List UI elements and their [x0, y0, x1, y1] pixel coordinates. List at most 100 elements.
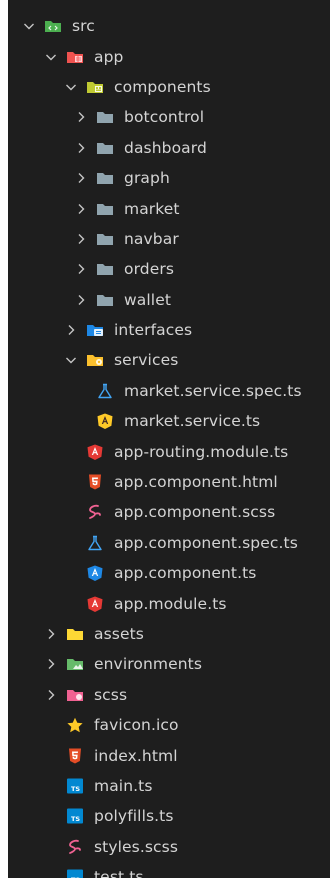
html5-icon	[66, 748, 84, 764]
tree-item-label: interfaces	[114, 321, 193, 340]
file-row-app-component-spec-ts[interactable]: app.component.spec.ts	[8, 528, 330, 558]
tree-item-label: polyfills.ts	[94, 807, 174, 826]
html5-icon	[86, 474, 104, 490]
typescript-icon: TS	[66, 869, 84, 878]
chevron-down-icon[interactable]	[22, 19, 36, 33]
file-row-polyfills-ts[interactable]: TS polyfills.ts	[8, 801, 330, 831]
file-row-favicon-ico[interactable]: favicon.ico	[8, 710, 330, 740]
file-row-styles-scss[interactable]: styles.scss	[8, 832, 330, 862]
chevron-right-icon[interactable]	[74, 262, 88, 276]
angular-service-icon	[96, 413, 114, 430]
tree-item-label: market.service.ts	[124, 412, 261, 431]
folder-row-wallet[interactable]: wallet	[8, 285, 330, 315]
scss-folder-icon	[66, 687, 84, 703]
assets-folder-icon	[66, 626, 84, 642]
chevron-right-icon[interactable]	[74, 232, 88, 246]
file-row-test-ts[interactable]: TS test.ts	[8, 862, 330, 878]
test-flask-icon	[86, 535, 104, 551]
tree-item-label: src	[72, 17, 95, 36]
folder-row-market[interactable]: market	[8, 193, 330, 223]
sass-icon	[66, 839, 84, 855]
typescript-icon: TS	[66, 778, 84, 794]
chevron-right-icon[interactable]	[44, 688, 58, 702]
src-folder-icon	[44, 18, 62, 34]
file-explorer-panel: src app components botcontrol dashboard graph…	[8, 0, 330, 878]
interfaces-folder-icon	[86, 322, 104, 338]
folder-icon	[96, 201, 114, 217]
file-row-index-html[interactable]: index.html	[8, 740, 330, 770]
tree-item-label: services	[114, 351, 179, 370]
tree-item-label: navbar	[124, 229, 179, 248]
chevron-right-icon[interactable]	[74, 171, 88, 185]
file-row-market-service-ts[interactable]: market.service.ts	[8, 406, 330, 436]
file-row-app-component-html[interactable]: app.component.html	[8, 467, 330, 497]
svg-text:TS: TS	[71, 816, 80, 824]
folder-row-assets[interactable]: assets	[8, 619, 330, 649]
app-folder-icon	[66, 49, 84, 65]
svg-text:TS: TS	[71, 785, 80, 793]
tree-item-label: orders	[124, 260, 175, 279]
tree-item-label: app-routing.module.ts	[114, 442, 289, 461]
folder-row-services[interactable]: services	[8, 345, 330, 375]
tree-item-label: index.html	[94, 746, 178, 765]
tree-item-label: botcontrol	[124, 108, 205, 127]
tree-item-label: components	[114, 77, 211, 96]
file-row-app-routing-module-ts[interactable]: app-routing.module.ts	[8, 436, 330, 466]
chevron-down-icon[interactable]	[44, 50, 58, 64]
tree-item-label: market	[124, 199, 180, 218]
folder-row-interfaces[interactable]: interfaces	[8, 315, 330, 345]
tree-item-label: graph	[124, 169, 170, 188]
tree-item-label: environments	[94, 655, 202, 674]
chevron-down-icon[interactable]	[64, 80, 78, 94]
folder-icon	[96, 231, 114, 247]
chevron-right-icon[interactable]	[74, 202, 88, 216]
folder-icon	[96, 261, 114, 277]
favicon-star-icon	[66, 717, 84, 733]
sass-icon	[86, 504, 104, 520]
folder-row-src[interactable]: src	[8, 11, 330, 41]
angular-routing-icon	[86, 444, 104, 460]
services-folder-icon	[86, 352, 104, 368]
file-row-main-ts[interactable]: TS main.ts	[8, 771, 330, 801]
file-tree: src app components botcontrol dashboard graph…	[8, 11, 330, 878]
angular-component-icon	[86, 565, 104, 582]
folder-row-environments[interactable]: environments	[8, 649, 330, 679]
tree-item-label: app.component.spec.ts	[114, 533, 298, 552]
chevron-right-icon[interactable]	[74, 293, 88, 307]
environments-folder-icon	[66, 656, 84, 672]
file-row-market-service-spec-ts[interactable]: market.service.spec.ts	[8, 376, 330, 406]
chevron-down-icon[interactable]	[64, 353, 78, 367]
folder-row-botcontrol[interactable]: botcontrol	[8, 102, 330, 132]
test-flask-icon	[96, 383, 114, 399]
folder-icon	[96, 292, 114, 308]
tree-item-label: app.module.ts	[114, 594, 227, 613]
folder-icon	[96, 170, 114, 186]
file-row-app-component-scss[interactable]: app.component.scss	[8, 497, 330, 527]
tree-item-label: scss	[94, 685, 128, 704]
tree-item-label: dashboard	[124, 138, 207, 157]
file-row-app-module-ts[interactable]: app.module.ts	[8, 588, 330, 618]
tree-item-label: app	[94, 47, 124, 66]
tree-item-label: styles.scss	[94, 837, 179, 856]
chevron-right-icon[interactable]	[64, 323, 78, 337]
tree-item-label: assets	[94, 625, 144, 643]
chevron-right-icon[interactable]	[74, 110, 88, 124]
folder-row-app[interactable]: app	[8, 41, 330, 71]
chevron-right-icon[interactable]	[74, 141, 88, 155]
tree-item-label: app.component.html	[114, 473, 278, 492]
folder-row-orders[interactable]: orders	[8, 254, 330, 284]
folder-row-components[interactable]: components	[8, 72, 330, 102]
folder-row-dashboard[interactable]: dashboard	[8, 133, 330, 163]
folder-row-scss[interactable]: scss	[8, 680, 330, 710]
folder-icon	[96, 140, 114, 156]
tree-item-label: test.ts	[94, 868, 144, 878]
file-row-app-component-ts[interactable]: app.component.ts	[8, 558, 330, 588]
folder-icon	[96, 109, 114, 125]
chevron-right-icon[interactable]	[44, 627, 58, 641]
folder-row-graph[interactable]: graph	[8, 163, 330, 193]
tree-item-label: market.service.spec.ts	[124, 381, 302, 400]
chevron-right-icon[interactable]	[44, 657, 58, 671]
folder-row-navbar[interactable]: navbar	[8, 224, 330, 254]
tree-item-label: app.component.ts	[114, 564, 257, 583]
angular-module-icon	[86, 596, 104, 612]
